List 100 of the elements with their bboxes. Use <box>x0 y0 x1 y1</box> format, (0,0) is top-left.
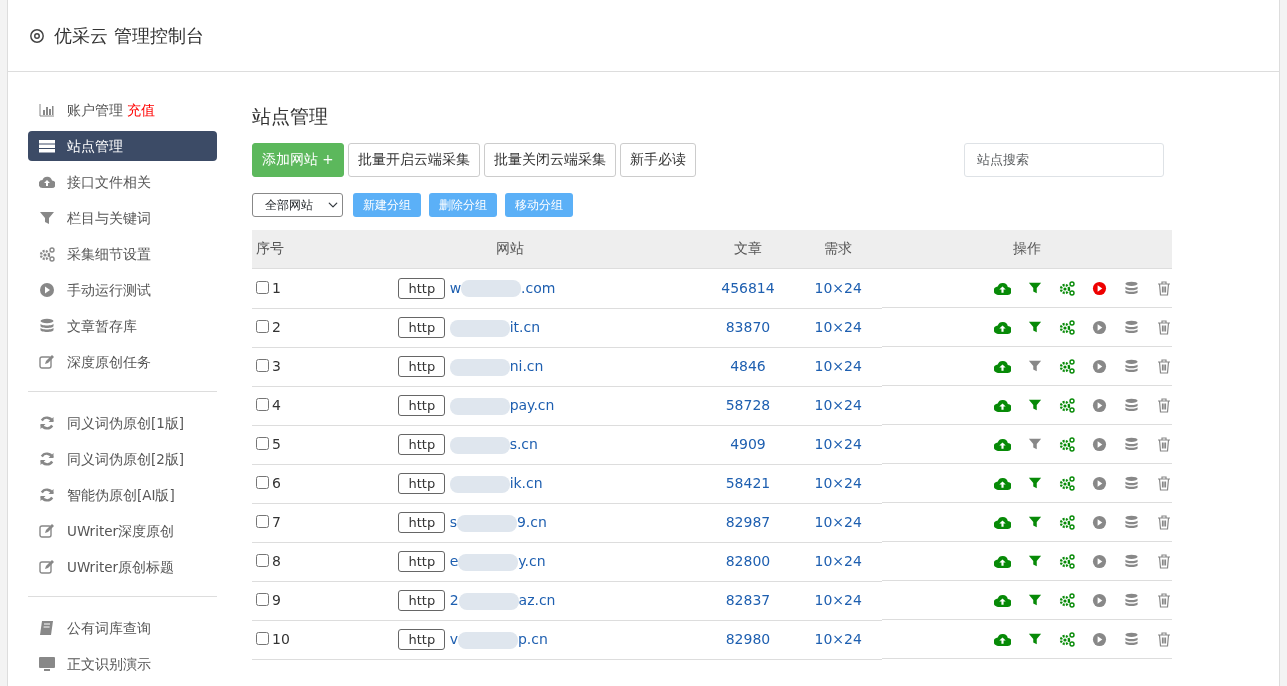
play-icon[interactable] <box>1092 397 1107 413</box>
filter-icon[interactable] <box>1028 476 1042 490</box>
site-domain[interactable]: 9.cn <box>516 514 547 530</box>
play-icon[interactable] <box>1092 592 1107 608</box>
recharge-link[interactable]: 充值 <box>127 99 155 121</box>
protocol-button[interactable]: http <box>398 277 446 299</box>
sidebar-item[interactable]: UWriter原创标题 <box>28 552 217 582</box>
protocol-button[interactable]: http <box>398 551 446 572</box>
sidebar-item[interactable]: 公有词库查询 <box>28 613 217 643</box>
toolbar-button[interactable]: 新手必读 <box>619 142 696 177</box>
filter-icon[interactable] <box>1028 320 1042 334</box>
row-checkbox[interactable] <box>256 280 269 294</box>
play-icon[interactable] <box>1092 358 1107 374</box>
site-domain[interactable]: pay.cn <box>509 397 555 413</box>
site-domain[interactable]: s <box>449 514 457 530</box>
play-icon[interactable] <box>1092 436 1107 452</box>
trash-icon[interactable] <box>1156 436 1172 452</box>
filter-icon[interactable] <box>1028 437 1042 451</box>
sidebar-item[interactable]: 接口文件相关 <box>28 167 217 197</box>
site-domain[interactable]: y.cn <box>518 553 546 569</box>
site-domain[interactable]: it.cn <box>509 319 541 335</box>
search-field[interactable]: 站点搜索 <box>964 142 1164 177</box>
trash-icon[interactable] <box>1156 358 1172 374</box>
toolbar-button[interactable]: 批量开启云端采集 <box>347 142 480 177</box>
row-checkbox[interactable] <box>256 632 269 645</box>
protocol-button[interactable]: http <box>398 590 446 611</box>
sidebar-item[interactable]: 智能伪原创[AI版] <box>28 480 217 510</box>
trash-icon[interactable] <box>1156 592 1172 608</box>
group-select[interactable]: 全部网站 <box>252 192 343 217</box>
filter-icon[interactable] <box>1028 359 1042 373</box>
filter-icon[interactable] <box>1028 593 1042 607</box>
row-checkbox[interactable] <box>256 320 269 333</box>
database-icon[interactable] <box>1124 631 1139 647</box>
gears-icon[interactable] <box>1059 553 1075 569</box>
trash-icon[interactable] <box>1156 553 1172 569</box>
sidebar-item[interactable]: 手动运行测试 <box>28 275 217 305</box>
play-icon[interactable] <box>1092 553 1107 569</box>
play-icon[interactable] <box>1092 475 1107 491</box>
trash-icon[interactable] <box>1156 631 1172 647</box>
database-icon[interactable] <box>1124 280 1139 296</box>
site-domain[interactable]: 2 <box>449 592 459 608</box>
protocol-button[interactable]: http <box>398 434 446 455</box>
row-checkbox[interactable] <box>256 593 269 606</box>
row-checkbox[interactable] <box>256 476 269 489</box>
protocol-button[interactable]: http <box>398 473 446 494</box>
sidebar-item[interactable]: 采集细节设置 <box>28 239 217 269</box>
filter-icon[interactable] <box>1028 554 1042 568</box>
sidebar-item[interactable]: 深度原创任务 <box>28 347 217 377</box>
filter-icon[interactable] <box>1028 515 1042 529</box>
database-icon[interactable] <box>1124 475 1139 491</box>
row-checkbox[interactable] <box>256 437 269 450</box>
site-domain[interactable]: az.cn <box>518 592 556 608</box>
protocol-button[interactable]: http <box>398 512 446 533</box>
play-icon[interactable] <box>1092 280 1107 296</box>
sidebar-item[interactable]: 同义词伪原创[2版] <box>28 444 217 474</box>
sidebar-item[interactable]: 栏目与关键词 <box>28 203 217 233</box>
trash-icon[interactable] <box>1156 397 1172 413</box>
database-icon[interactable] <box>1124 319 1139 335</box>
site-domain[interactable]: e <box>449 553 459 569</box>
sidebar-item[interactable]: 文章暂存库 <box>28 311 217 341</box>
database-icon[interactable] <box>1124 553 1139 569</box>
toolbar-button[interactable]: 批量关闭云端采集 <box>483 142 616 177</box>
trash-icon[interactable] <box>1156 514 1172 530</box>
database-icon[interactable] <box>1124 514 1139 530</box>
gears-icon[interactable] <box>1059 592 1075 608</box>
play-icon[interactable] <box>1092 319 1107 335</box>
database-icon[interactable] <box>1124 592 1139 608</box>
row-checkbox[interactable] <box>256 554 269 567</box>
database-icon[interactable] <box>1124 358 1139 374</box>
filter-icon[interactable] <box>1028 398 1042 412</box>
sidebar-item[interactable]: UWriter深度原创 <box>28 516 217 546</box>
site-domain[interactable]: .com <box>521 279 556 296</box>
sidebar-item[interactable]: 正文识别演示 <box>28 649 217 679</box>
sidebar-item[interactable]: 账户管理 充值 <box>28 95 217 125</box>
site-domain[interactable]: ni.cn <box>509 358 544 374</box>
trash-icon[interactable] <box>1156 280 1172 296</box>
database-icon[interactable] <box>1124 397 1139 413</box>
database-icon[interactable] <box>1124 436 1139 452</box>
trash-icon[interactable] <box>1156 475 1172 491</box>
gears-icon[interactable] <box>1059 514 1075 530</box>
sidebar-item[interactable]: 同义词伪原创[1版] <box>28 408 217 438</box>
gears-icon[interactable] <box>1059 631 1075 647</box>
site-domain[interactable]: w <box>449 279 462 296</box>
gears-icon[interactable] <box>1059 436 1075 452</box>
play-icon[interactable] <box>1092 631 1107 647</box>
site-domain[interactable]: ik.cn <box>509 475 543 491</box>
site-domain[interactable]: v <box>449 631 458 647</box>
gears-icon[interactable] <box>1059 319 1075 335</box>
row-checkbox[interactable] <box>256 359 269 372</box>
gears-icon[interactable] <box>1059 475 1075 491</box>
row-checkbox[interactable] <box>256 515 269 528</box>
protocol-button[interactable]: http <box>398 629 446 650</box>
site-domain[interactable]: s.cn <box>509 436 538 452</box>
filter-icon[interactable] <box>1028 632 1042 646</box>
filter-icon[interactable] <box>1028 281 1042 295</box>
row-checkbox[interactable] <box>256 398 269 411</box>
gears-icon[interactable] <box>1059 358 1075 374</box>
protocol-button[interactable]: http <box>398 317 446 338</box>
sidebar-item[interactable]: 站点管理 <box>28 131 217 161</box>
gears-icon[interactable] <box>1059 280 1075 296</box>
